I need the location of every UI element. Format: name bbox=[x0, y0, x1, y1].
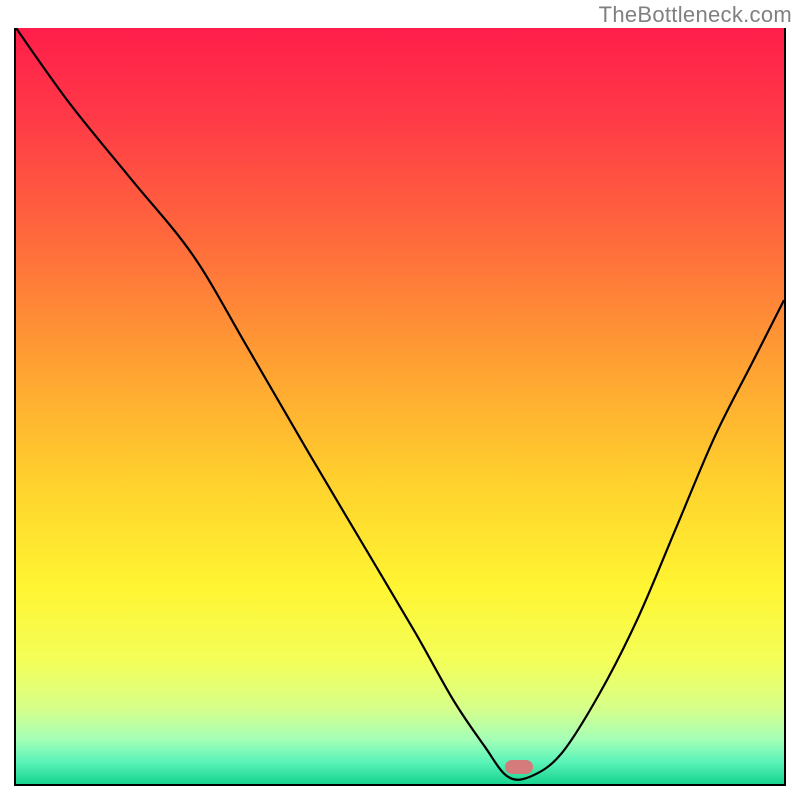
watermark-text: TheBottleneck.com bbox=[599, 2, 792, 28]
optimal-point-marker bbox=[505, 760, 533, 774]
chart-container: TheBottleneck.com bbox=[0, 0, 800, 800]
gradient-background bbox=[16, 28, 784, 784]
plot-frame bbox=[14, 28, 786, 786]
plot-svg bbox=[16, 28, 784, 784]
